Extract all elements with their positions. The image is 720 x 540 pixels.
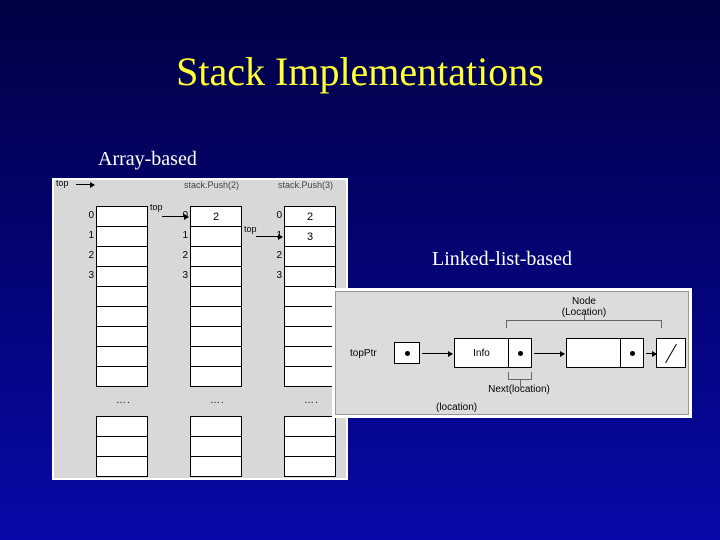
array-cell [96, 247, 148, 267]
array-cells [96, 206, 148, 387]
array-cells: 2 3 [284, 206, 336, 387]
array-cell [190, 457, 242, 477]
array-index: 3 [84, 270, 94, 281]
array-cell [96, 457, 148, 477]
array-cell [284, 307, 336, 327]
pointer-dot-icon [518, 351, 523, 356]
array-cell [190, 437, 242, 457]
linked-section-label: Linked-list-based [432, 248, 572, 271]
location-caption: (location) [436, 402, 477, 413]
topptr-box [394, 342, 420, 364]
array-cell [96, 367, 148, 387]
array-tail-cells [284, 416, 336, 477]
array-cell: 2 [284, 207, 336, 227]
array-cell [96, 267, 148, 287]
array-cell [284, 347, 336, 367]
array-index: 0 [178, 210, 188, 221]
top-pointer-label: top [244, 224, 257, 234]
array-cell [284, 367, 336, 387]
pointer-dot-icon [630, 351, 635, 356]
array-index: 2 [272, 250, 282, 261]
array-cell [96, 287, 148, 307]
array-index: 3 [178, 270, 188, 281]
list-node [566, 338, 644, 368]
next-caption: Next(location) [464, 384, 574, 395]
array-index: 1 [178, 230, 188, 241]
array-cell [96, 437, 148, 457]
array-cell [190, 307, 242, 327]
array-cell: 2 [190, 207, 242, 227]
array-index: 1 [272, 230, 282, 241]
array-cell [284, 327, 336, 347]
array-cell [284, 247, 336, 267]
list-node: Info [454, 338, 532, 368]
slide-title: Stack Implementations [0, 0, 720, 95]
array-cell [190, 267, 242, 287]
array-cell [190, 287, 242, 307]
ellipsis: …. [116, 395, 131, 406]
node-next-field [509, 339, 531, 367]
top-pointer-label: top [150, 202, 163, 212]
ellipsis: …. [210, 395, 225, 406]
node-info-field: Info [455, 339, 509, 367]
array-cell [190, 327, 242, 347]
array-index: 2 [178, 250, 188, 261]
array-column-0: top 0 1 2 3 …. [62, 180, 152, 478]
array-index: 0 [84, 210, 94, 221]
list-node-null [656, 338, 686, 368]
array-column-2: stack.Push(3) top 0 1 2 3 2 3 …. [250, 180, 340, 478]
array-cell [96, 207, 148, 227]
array-tail-cells [96, 416, 148, 477]
ellipsis: …. [304, 395, 319, 406]
array-diagram: top 0 1 2 3 …. [52, 178, 348, 480]
array-cell [284, 457, 336, 477]
array-tail-cells [190, 416, 242, 477]
array-cell [190, 227, 242, 247]
array-cell [284, 267, 336, 287]
array-cell [190, 417, 242, 437]
array-cell [284, 287, 336, 307]
array-cell [190, 367, 242, 387]
array-index: 1 [84, 230, 94, 241]
node-info-field [567, 339, 621, 367]
bracket-icon [506, 320, 662, 328]
array-index: 0 [272, 210, 282, 221]
array-cell [96, 227, 148, 247]
top-pointer-label: top [56, 178, 69, 188]
array-index: 3 [272, 270, 282, 281]
topptr-label: topPtr [350, 348, 377, 359]
array-cell [96, 417, 148, 437]
array-col1-header: stack.Push(2) [184, 180, 239, 190]
array-column-1: stack.Push(2) top 0 1 2 3 2 …. [156, 180, 246, 478]
array-index: 2 [84, 250, 94, 261]
pointer-dot-icon [405, 351, 410, 356]
linked-list-diagram: Node (Location) topPtr Info Next(locatio… [332, 288, 692, 418]
array-cell [284, 417, 336, 437]
pointer-arrow-icon [646, 353, 656, 354]
array-cell [96, 327, 148, 347]
bracket-icon [508, 372, 532, 380]
array-cell [96, 307, 148, 327]
node-next-field [621, 339, 643, 367]
pointer-arrow-icon [534, 353, 564, 354]
array-cell [190, 347, 242, 367]
pointer-arrow-icon [422, 353, 452, 354]
array-cell [190, 247, 242, 267]
array-cell: 3 [284, 227, 336, 247]
array-cell [96, 347, 148, 367]
null-slash-icon [660, 342, 682, 364]
array-section-label: Array-based [98, 148, 197, 171]
array-col2-header: stack.Push(3) [278, 180, 333, 190]
array-cell [284, 437, 336, 457]
array-cells: 2 [190, 206, 242, 387]
top-pointer-arrow-icon [76, 184, 94, 185]
